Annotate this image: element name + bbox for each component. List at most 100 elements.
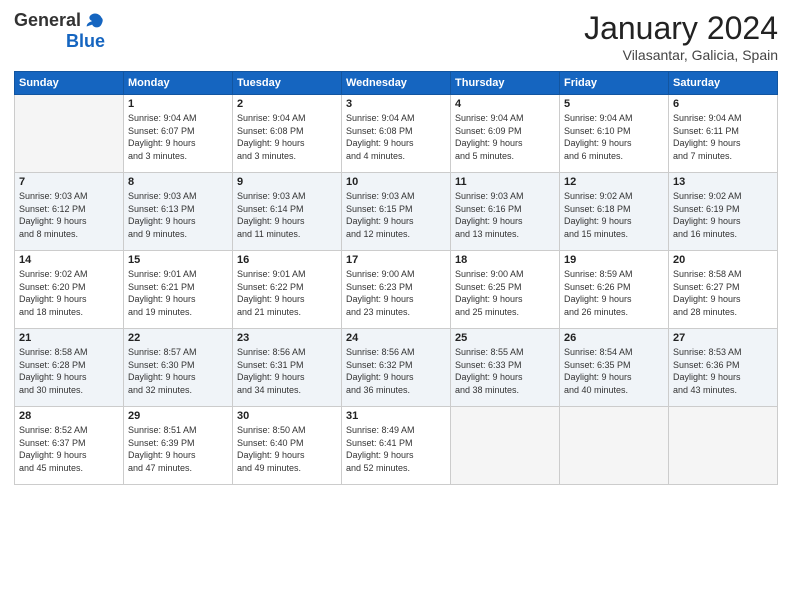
day-info: Sunrise: 8:56 AMSunset: 6:31 PMDaylight:… (237, 346, 337, 396)
day-number: 8 (128, 176, 228, 188)
col-header-monday: Monday (124, 72, 233, 95)
day-info: Sunrise: 9:03 AMSunset: 6:13 PMDaylight:… (128, 190, 228, 240)
week-row-3: 14 Sunrise: 9:02 AMSunset: 6:20 PMDayligh… (15, 251, 778, 329)
day-number: 13 (673, 176, 773, 188)
month-title: January 2024 (584, 10, 778, 47)
calendar-cell: 2Sunrise: 9:04 AMSunset: 6:08 PMDaylight… (233, 95, 342, 173)
calendar-cell: 16 Sunrise: 9:01 AMSunset: 6:22 PMDayligh… (233, 251, 342, 329)
day-number: 11 (455, 176, 555, 188)
calendar-cell: 24 Sunrise: 8:56 AMSunset: 6:32 PMDayligh… (342, 329, 451, 407)
day-info: Sunrise: 9:04 AMSunset: 6:09 PMDaylight:… (455, 112, 555, 162)
day-info: Sunrise: 8:57 AMSunset: 6:30 PMDaylight:… (128, 346, 228, 396)
day-number: 23 (237, 332, 337, 344)
week-row-4: 21 Sunrise: 8:58 AMSunset: 6:28 PMDayligh… (15, 329, 778, 407)
day-number: 19 (564, 254, 664, 266)
day-info: Sunrise: 9:00 AMSunset: 6:23 PMDaylight:… (346, 268, 446, 318)
day-number: 9 (237, 176, 337, 188)
calendar-cell: 15Sunrise: 9:01 AMSunset: 6:21 PMDayligh… (124, 251, 233, 329)
calendar-cell: 1 Sunrise: 9:04 AMSunset: 6:07 PMDaylight… (124, 95, 233, 173)
day-info: Sunrise: 8:50 AMSunset: 6:40 PMDaylight:… (237, 424, 337, 474)
col-header-wednesday: Wednesday (342, 72, 451, 95)
day-number: 18 (455, 254, 555, 266)
col-header-tuesday: Tuesday (233, 72, 342, 95)
calendar-cell: 21 Sunrise: 8:58 AMSunset: 6:28 PMDayligh… (15, 329, 124, 407)
day-number: 29 (128, 410, 228, 422)
day-number: 5 (564, 98, 664, 110)
calendar-cell: 19 Sunrise: 8:59 AMSunset: 6:26 PMDayligh… (560, 251, 669, 329)
header: General Blue January 2024 Vilasantar, Ga… (14, 10, 778, 63)
calendar-cell: 8 Sunrise: 9:03 AMSunset: 6:13 PMDaylight… (124, 173, 233, 251)
col-header-saturday: Saturday (669, 72, 778, 95)
day-info: Sunrise: 9:03 AMSunset: 6:12 PMDaylight:… (19, 190, 119, 240)
day-info: Sunrise: 8:53 AMSunset: 6:36 PMDaylight:… (673, 346, 773, 396)
calendar-cell: 7 Sunrise: 9:03 AMSunset: 6:12 PMDaylight… (15, 173, 124, 251)
day-info: Sunrise: 9:01 AMSunset: 6:21 PMDaylight:… (128, 268, 228, 318)
calendar-cell: 31Sunrise: 8:49 AMSunset: 6:41 PMDayligh… (342, 407, 451, 485)
calendar-cell: 3Sunrise: 9:04 AMSunset: 6:08 PMDaylight… (342, 95, 451, 173)
day-number: 26 (564, 332, 664, 344)
day-number: 1 (128, 98, 228, 110)
day-number: 12 (564, 176, 664, 188)
day-info: Sunrise: 9:02 AMSunset: 6:18 PMDaylight:… (564, 190, 664, 240)
logo: General Blue (14, 10, 105, 52)
logo-general-text: General (14, 11, 81, 31)
day-info: Sunrise: 9:04 AMSunset: 6:11 PMDaylight:… (673, 112, 773, 162)
day-number: 24 (346, 332, 446, 344)
calendar-cell: 5Sunrise: 9:04 AMSunset: 6:10 PMDaylight… (560, 95, 669, 173)
calendar-cell (669, 407, 778, 485)
day-info: Sunrise: 9:04 AMSunset: 6:07 PMDaylight:… (128, 112, 228, 162)
day-number: 21 (19, 332, 119, 344)
day-info: Sunrise: 9:02 AMSunset: 6:20 PMDaylight:… (19, 268, 119, 318)
calendar-cell (451, 407, 560, 485)
calendar-cell: 10Sunrise: 9:03 AMSunset: 6:15 PMDayligh… (342, 173, 451, 251)
day-number: 7 (19, 176, 119, 188)
calendar-cell: 27 Sunrise: 8:53 AMSunset: 6:36 PMDayligh… (669, 329, 778, 407)
day-number: 14 (19, 254, 119, 266)
calendar-cell: 13 Sunrise: 9:02 AMSunset: 6:19 PMDayligh… (669, 173, 778, 251)
day-number: 20 (673, 254, 773, 266)
calendar-cell: 26 Sunrise: 8:54 AMSunset: 6:35 PMDayligh… (560, 329, 669, 407)
calendar-cell: 4Sunrise: 9:04 AMSunset: 6:09 PMDaylight… (451, 95, 560, 173)
day-info: Sunrise: 8:59 AMSunset: 6:26 PMDaylight:… (564, 268, 664, 318)
day-info: Sunrise: 8:56 AMSunset: 6:32 PMDaylight:… (346, 346, 446, 396)
calendar-cell: 14 Sunrise: 9:02 AMSunset: 6:20 PMDayligh… (15, 251, 124, 329)
day-info: Sunrise: 8:51 AMSunset: 6:39 PMDaylight:… (128, 424, 228, 474)
calendar-cell: 25 Sunrise: 8:55 AMSunset: 6:33 PMDayligh… (451, 329, 560, 407)
calendar-cell: 28 Sunrise: 8:52 AMSunset: 6:37 PMDayligh… (15, 407, 124, 485)
day-number: 30 (237, 410, 337, 422)
calendar-cell (15, 95, 124, 173)
calendar-cell: 30 Sunrise: 8:50 AMSunset: 6:40 PMDayligh… (233, 407, 342, 485)
day-info: Sunrise: 8:55 AMSunset: 6:33 PMDaylight:… (455, 346, 555, 396)
day-info: Sunrise: 8:52 AMSunset: 6:37 PMDaylight:… (19, 424, 119, 474)
day-number: 31 (346, 410, 446, 422)
col-header-friday: Friday (560, 72, 669, 95)
calendar-cell: 29 Sunrise: 8:51 AMSunset: 6:39 PMDayligh… (124, 407, 233, 485)
calendar-cell (560, 407, 669, 485)
day-info: Sunrise: 8:54 AMSunset: 6:35 PMDaylight:… (564, 346, 664, 396)
day-info: Sunrise: 9:01 AMSunset: 6:22 PMDaylight:… (237, 268, 337, 318)
location: Vilasantar, Galicia, Spain (584, 47, 778, 63)
day-number: 10 (346, 176, 446, 188)
logo-bird-icon (83, 10, 105, 32)
calendar-cell: 20Sunrise: 8:58 AMSunset: 6:27 PMDayligh… (669, 251, 778, 329)
day-info: Sunrise: 9:03 AMSunset: 6:14 PMDaylight:… (237, 190, 337, 240)
week-row-5: 28 Sunrise: 8:52 AMSunset: 6:37 PMDayligh… (15, 407, 778, 485)
calendar-cell: 11 Sunrise: 9:03 AMSunset: 6:16 PMDayligh… (451, 173, 560, 251)
day-info: Sunrise: 9:02 AMSunset: 6:19 PMDaylight:… (673, 190, 773, 240)
day-info: Sunrise: 8:58 AMSunset: 6:28 PMDaylight:… (19, 346, 119, 396)
day-number: 16 (237, 254, 337, 266)
day-number: 3 (346, 98, 446, 110)
day-number: 27 (673, 332, 773, 344)
day-number: 28 (19, 410, 119, 422)
calendar-table: SundayMondayTuesdayWednesdayThursdayFrid… (14, 71, 778, 485)
logo-blue-text: Blue (66, 32, 105, 52)
calendar-cell: 12 Sunrise: 9:02 AMSunset: 6:18 PMDayligh… (560, 173, 669, 251)
day-number: 22 (128, 332, 228, 344)
header-row: SundayMondayTuesdayWednesdayThursdayFrid… (15, 72, 778, 95)
week-row-1: 1 Sunrise: 9:04 AMSunset: 6:07 PMDaylight… (15, 95, 778, 173)
calendar-cell: 17 Sunrise: 9:00 AMSunset: 6:23 PMDayligh… (342, 251, 451, 329)
day-number: 17 (346, 254, 446, 266)
day-number: 25 (455, 332, 555, 344)
day-info: Sunrise: 9:03 AMSunset: 6:16 PMDaylight:… (455, 190, 555, 240)
title-block: January 2024 Vilasantar, Galicia, Spain (584, 10, 778, 63)
